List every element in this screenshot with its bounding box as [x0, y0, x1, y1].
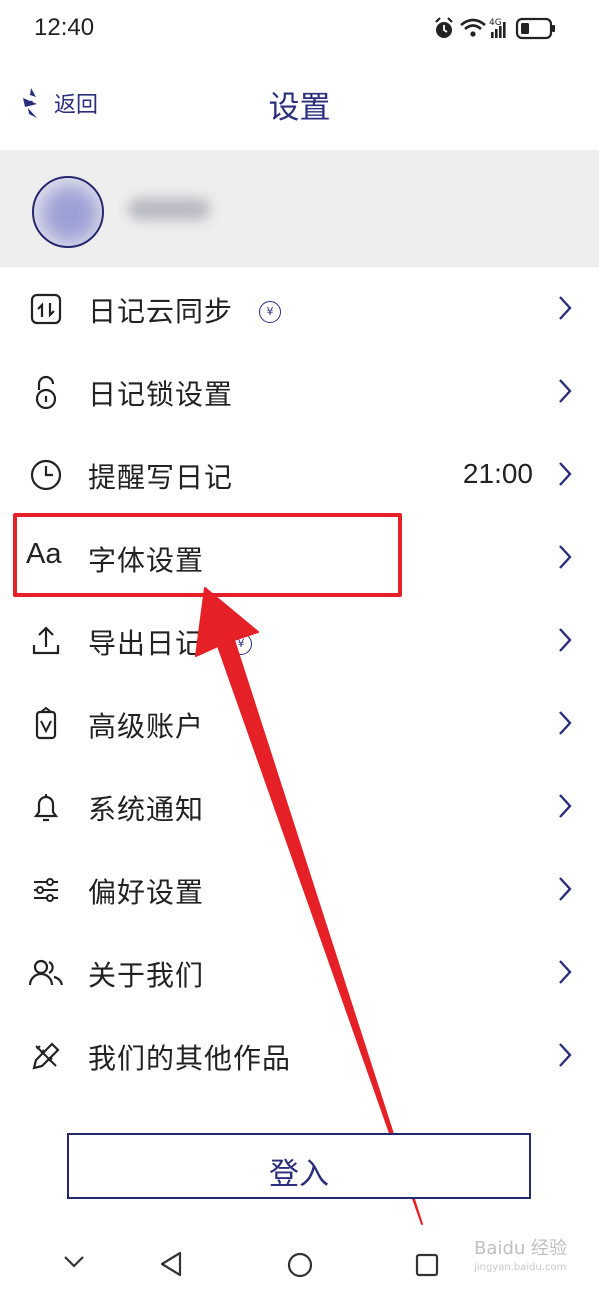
- user-name-blurred: [128, 198, 210, 220]
- signal-4g-icon: 4G: [489, 18, 506, 38]
- watermark: Baidu 经验 jingyan.baidu.com: [474, 1234, 567, 1273]
- lock-icon: [26, 372, 66, 412]
- menu-item-notifications[interactable]: 系统通知: [0, 765, 599, 848]
- menu-item-export[interactable]: 导出日记 ¥: [0, 599, 599, 682]
- menu-item-diary-lock[interactable]: 日记锁设置: [0, 350, 599, 433]
- menu-label: 系统通知: [88, 793, 205, 826]
- chevron-right-icon: [557, 958, 573, 986]
- menu-item-reminder[interactable]: 提醒写日记 21:00: [0, 433, 599, 516]
- menu-label: 高级账户: [88, 710, 205, 743]
- chevron-right-icon: [557, 543, 573, 571]
- chevron-right-icon: [557, 294, 573, 322]
- home-icon[interactable]: [286, 1251, 314, 1279]
- login-label: 登入: [269, 1157, 329, 1192]
- chevron-right-icon: [557, 792, 573, 820]
- vip-icon: [26, 704, 66, 744]
- page-title: 设置: [268, 90, 331, 126]
- battery-icon: [515, 17, 555, 40]
- chevron-right-icon: [557, 875, 573, 903]
- font-icon: Aa: [26, 538, 72, 578]
- clock-icon: [26, 455, 66, 495]
- watermark-text: Baidu 经验: [474, 1238, 567, 1259]
- menu-label: 日记锁设置: [88, 378, 234, 411]
- watermark-sub: jingyan.baidu.com: [474, 1262, 567, 1273]
- menu-item-premium-account[interactable]: 高级账户: [0, 682, 599, 765]
- menu-label: 日记云同步: [88, 295, 234, 328]
- header-bar: 返回 设置: [0, 58, 599, 150]
- login-button[interactable]: 登入: [67, 1133, 531, 1199]
- export-icon: [26, 621, 66, 661]
- menu-label: 导出日记: [88, 627, 205, 660]
- chevron-right-icon: [557, 626, 573, 654]
- menu-item-about-us[interactable]: 关于我们: [0, 931, 599, 1014]
- recents-icon[interactable]: [414, 1252, 440, 1278]
- menu-item-cloud-sync[interactable]: 日记云同步 ¥: [0, 267, 599, 350]
- people-icon: [26, 953, 66, 993]
- chevron-right-icon: [557, 460, 573, 488]
- avatar: [32, 176, 104, 248]
- chevron-right-icon: [557, 377, 573, 405]
- menu-item-preferences[interactable]: 偏好设置: [0, 848, 599, 931]
- reminder-time-value: 21:00: [462, 458, 533, 489]
- chevron-right-icon: [557, 1041, 573, 1069]
- menu-label: 字体设置: [88, 544, 205, 577]
- chevron-right-icon: [557, 709, 573, 737]
- font-icon-text: Aa: [26, 538, 62, 570]
- pencil-ruler-icon: [26, 1036, 66, 1076]
- back-icon[interactable]: [158, 1250, 184, 1278]
- premium-coin-icon: ¥: [230, 633, 252, 655]
- status-time: 12:40: [34, 14, 95, 41]
- menu-item-font-settings[interactable]: Aa 字体设置: [0, 516, 599, 599]
- wifi-icon: [460, 18, 486, 37]
- menu-item-other-works[interactable]: 我们的其他作品: [0, 1014, 599, 1097]
- menu-label: 我们的其他作品: [88, 1042, 292, 1075]
- system-nav-bar: Baidu 经验 jingyan.baidu.com: [0, 1226, 599, 1297]
- status-icons: 4G: [433, 14, 563, 44]
- collapse-icon[interactable]: [62, 1254, 86, 1270]
- bell-icon: [26, 787, 66, 827]
- menu-label: 偏好设置: [88, 876, 205, 909]
- premium-coin-icon: ¥: [259, 301, 281, 323]
- menu-label: 提醒写日记: [88, 461, 234, 494]
- sliders-icon: [26, 870, 66, 910]
- status-bar: 12:40 4G: [0, 0, 599, 58]
- menu-label: 关于我们: [88, 959, 205, 992]
- profile-card[interactable]: [0, 150, 599, 267]
- cloud-sync-icon: [26, 289, 66, 329]
- alarm-icon: [435, 17, 453, 38]
